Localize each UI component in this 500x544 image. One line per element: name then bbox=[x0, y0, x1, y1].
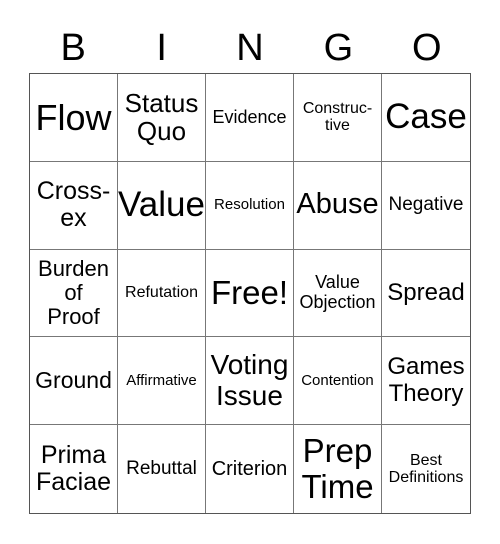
bingo-cell[interactable]: Rebuttal bbox=[118, 425, 206, 513]
header-letter-b: B bbox=[60, 27, 86, 69]
bingo-cell[interactable]: Ground bbox=[30, 337, 118, 426]
bingo-cell[interactable]: Voting Issue bbox=[206, 337, 294, 426]
bingo-cell[interactable]: Spread bbox=[382, 250, 470, 338]
bingo-cell[interactable]: Criterion bbox=[206, 425, 294, 513]
bingo-cell[interactable]: Resolution bbox=[206, 161, 294, 250]
bingo-cell[interactable]: Negative bbox=[382, 162, 470, 250]
bingo-cell[interactable]: Value Objection bbox=[294, 249, 382, 338]
bingo-cell[interactable]: Burden of Proof bbox=[30, 249, 118, 338]
bingo-cell[interactable]: Cross- ex bbox=[30, 161, 118, 250]
bingo-cell[interactable]: Refutation bbox=[118, 249, 206, 338]
bingo-cell[interactable]: Case bbox=[382, 74, 470, 162]
bingo-grid: Flow Status Quo Evidence Construc- tive Case… bbox=[29, 73, 471, 514]
bingo-cell[interactable]: Games Theory bbox=[382, 337, 470, 426]
header-letter-n: N bbox=[236, 27, 264, 69]
bingo-cell[interactable]: Free! bbox=[206, 249, 294, 338]
bingo-cell[interactable]: Prep Time bbox=[294, 425, 382, 513]
header-letter-i: I bbox=[156, 27, 167, 69]
bingo-cell[interactable]: Affirmative bbox=[118, 337, 206, 426]
bingo-cell[interactable]: Value bbox=[118, 161, 206, 250]
bingo-cell[interactable]: Abuse bbox=[294, 161, 382, 250]
header-letter-g: G bbox=[323, 27, 354, 69]
bingo-cell[interactable]: Construc- tive bbox=[294, 74, 382, 162]
bingo-header: B I N G O bbox=[29, 24, 471, 72]
bingo-cell[interactable]: Best Definitions bbox=[382, 425, 470, 513]
bingo-cell[interactable]: Status Quo bbox=[118, 74, 206, 162]
bingo-cell[interactable]: Contention bbox=[294, 337, 382, 426]
bingo-cell[interactable]: Prima Faciae bbox=[30, 425, 118, 513]
header-letter-o: O bbox=[412, 27, 442, 69]
bingo-cell[interactable]: Flow bbox=[30, 74, 118, 162]
bingo-cell[interactable]: Evidence bbox=[206, 74, 294, 162]
